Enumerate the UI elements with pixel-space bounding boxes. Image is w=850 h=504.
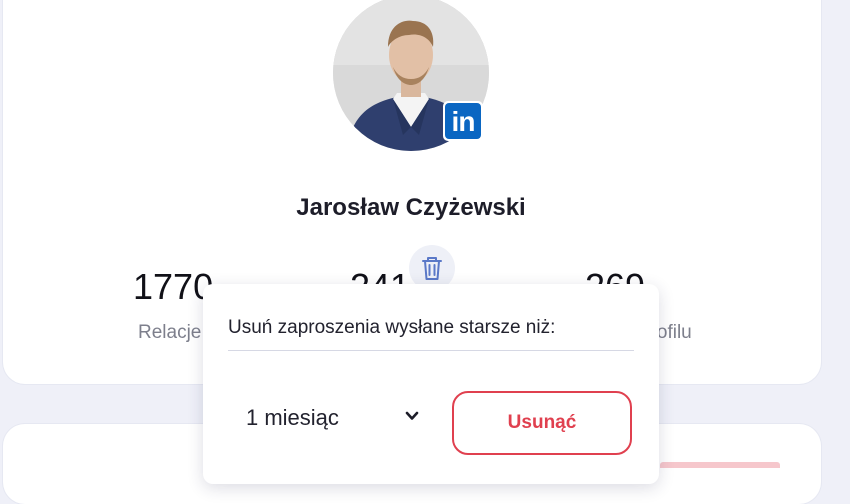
next-card-accent [660,462,780,468]
linkedin-badge: in [443,101,483,141]
delete-invitations-popup: Usuń zaproszenia wysłane starsze niż: 1 … [203,284,659,484]
stat-connections-value: 1770 [133,266,214,307]
chevron-down-icon [405,411,419,420]
profile-name: Jarosław Czyżewski [296,194,526,221]
delete-button[interactable]: Usunąć [452,391,632,455]
popup-divider [228,350,634,351]
profile-avatar: in [333,0,489,151]
period-select[interactable]: 1 miesiąc [223,388,423,444]
popup-title: Usuń zaproszenia wysłane starsze niż: [228,317,556,338]
stat-connections-label: Relacje [138,322,202,343]
linkedin-icon: in [445,103,481,139]
period-selected-value: 1 miesiąc [246,405,339,430]
